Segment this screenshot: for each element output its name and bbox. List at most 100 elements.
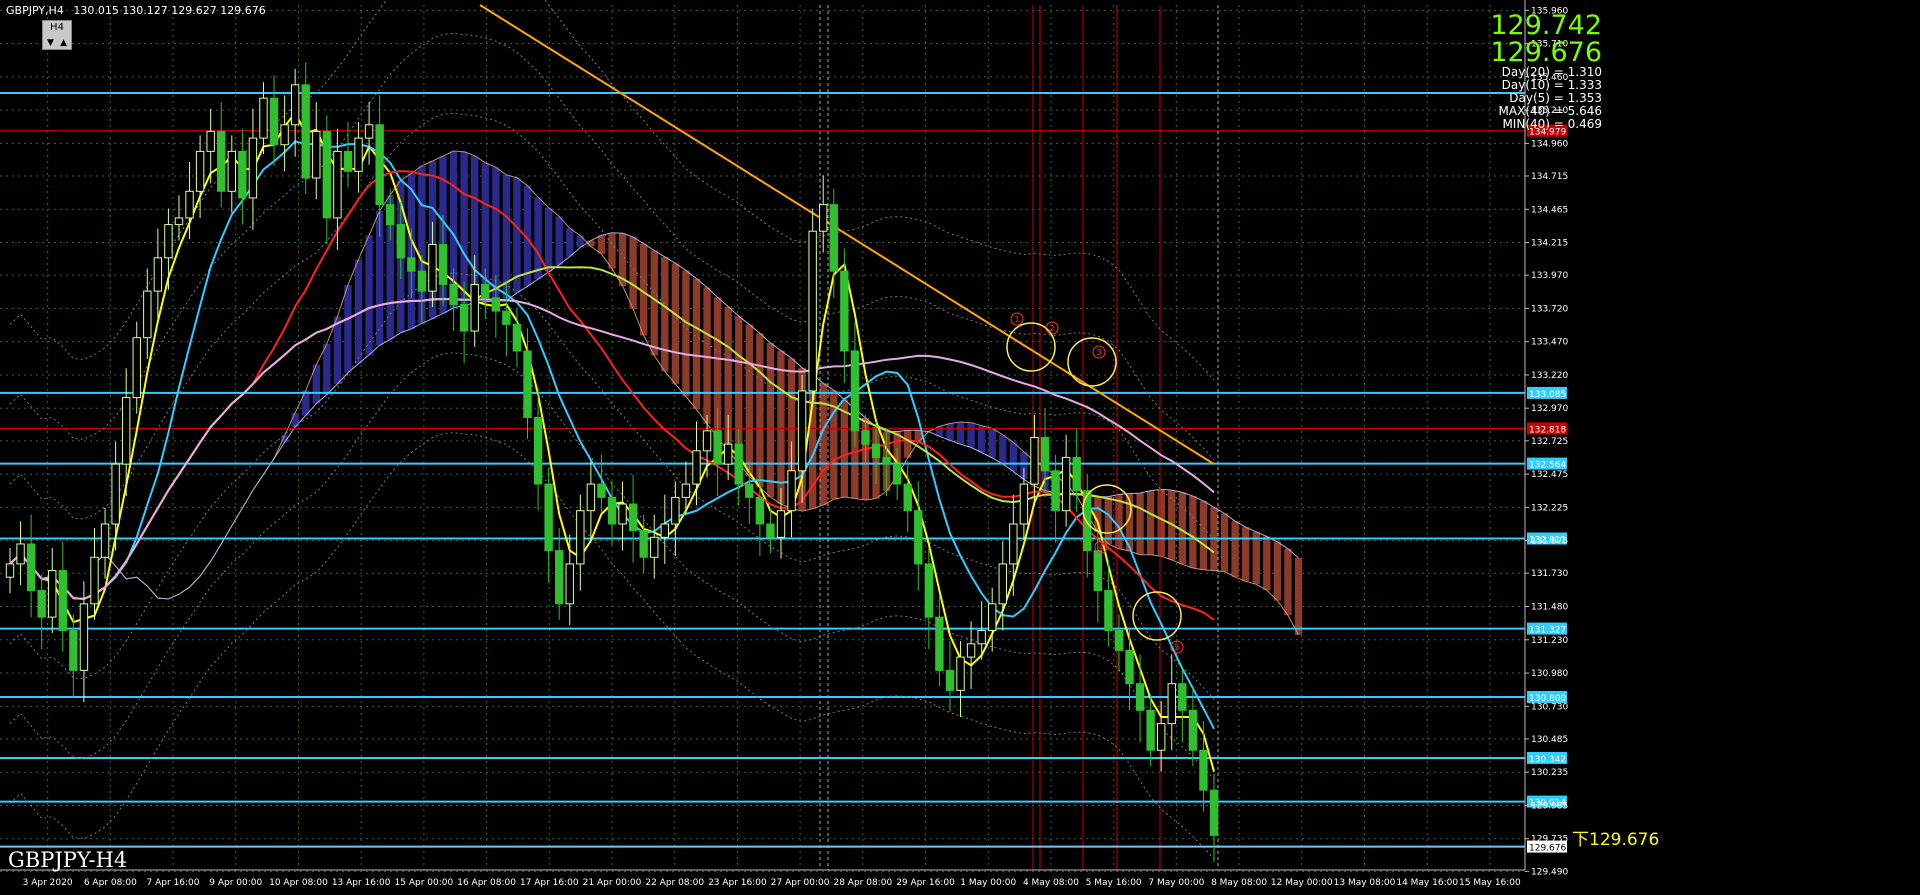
x-tick-label: 8 May 08:00 <box>1211 878 1267 888</box>
candle-body <box>554 550 564 605</box>
candle-body <box>650 536 659 558</box>
candle-body <box>787 470 796 512</box>
candle-body <box>69 629 78 671</box>
price-current-readout: 129.676 <box>1490 37 1602 68</box>
candle-body <box>914 510 923 565</box>
candle-body <box>935 616 944 671</box>
candle-body <box>819 204 828 232</box>
candle-body <box>417 270 427 292</box>
candle-body <box>766 523 775 538</box>
candle-body <box>945 669 955 691</box>
x-tick-label: 17 Apr 16:00 <box>520 878 579 888</box>
annotation-number: 5 <box>1174 643 1179 652</box>
symbol-label: GBPJPY,H4 <box>6 4 64 17</box>
candle-body <box>1209 789 1219 836</box>
candle-body <box>259 97 268 139</box>
x-tick-label: 7 Apr 16:00 <box>147 878 200 888</box>
candle-body <box>301 84 310 179</box>
annotation-number: 3 <box>1096 348 1101 357</box>
x-tick-label: 23 Apr 16:00 <box>708 878 767 888</box>
candle-body <box>206 130 215 152</box>
candle-body <box>702 430 712 452</box>
candle-body <box>745 483 754 498</box>
annotation-number: 4 <box>1098 543 1103 552</box>
stat-min40: MIN(40) = 0.469 <box>1502 117 1602 131</box>
x-tick-label: 29 Apr 16:00 <box>896 878 955 888</box>
candle-body <box>449 283 458 305</box>
candle-body <box>5 563 15 578</box>
candle-body <box>956 656 965 691</box>
scroll-down-icon[interactable]: ▼ <box>47 38 54 48</box>
candle-body <box>354 137 363 172</box>
candle-body <box>481 283 490 299</box>
candle-body <box>502 310 511 325</box>
candle-body <box>1072 456 1081 492</box>
symbol-watermark: GBPJPY-H4 <box>8 848 128 872</box>
candle-body <box>1030 437 1039 485</box>
level-tag-text: 131.327 <box>1529 626 1566 636</box>
candle-body <box>470 283 479 332</box>
level-tag-text: 132.564 <box>1529 461 1566 471</box>
x-tick-label: 12 May 00:00 <box>1271 878 1333 888</box>
y-tick-label: 132.475 <box>1531 470 1568 480</box>
x-tick-label: 13 Apr 16:00 <box>332 878 391 888</box>
candle-body <box>269 97 279 146</box>
candle-body <box>533 417 543 485</box>
x-tick-label: 9 Apr 00:00 <box>209 878 262 888</box>
x-tick-label: 4 May 08:00 <box>1023 878 1079 888</box>
candle-body <box>386 204 395 226</box>
candle-body <box>660 523 670 538</box>
x-tick-label: 28 Apr 08:00 <box>833 878 892 888</box>
candle-body <box>1019 483 1029 525</box>
candle-body <box>290 84 300 126</box>
candle-body <box>1146 709 1155 751</box>
y-tick-label: 134.465 <box>1531 205 1568 215</box>
candle-body <box>143 290 152 339</box>
x-tick-label: 15 Apr 00:00 <box>395 878 454 888</box>
candle-body <box>671 496 680 525</box>
candle-body <box>37 590 46 618</box>
candle-body <box>544 483 553 552</box>
candle-body <box>1040 437 1050 472</box>
scroll-up-icon[interactable]: ▲ <box>60 38 67 48</box>
candle-body <box>79 603 89 671</box>
candle-body <box>850 350 860 432</box>
y-tick-label: 134.215 <box>1531 239 1568 249</box>
candle-body <box>1188 709 1198 751</box>
x-tick-label: 13 May 08:00 <box>1334 878 1396 888</box>
y-tick-label: 131.975 <box>1531 537 1568 547</box>
candle-body <box>16 543 25 565</box>
candle-body <box>58 570 68 631</box>
candle-body <box>100 523 110 558</box>
price-chart[interactable]: 134.979133.085132.818132.564132.011131.3… <box>0 0 1920 891</box>
y-tick-label: 130.730 <box>1531 702 1568 712</box>
chart-header: GBPJPY,H4 130.015 130.127 129.627 129.67… <box>6 4 272 17</box>
timeframe-badge[interactable]: H4 ▼ ▲ <box>42 20 72 50</box>
candle-body <box>333 150 342 219</box>
candle-body <box>195 150 205 192</box>
candle-body <box>723 443 733 465</box>
candle-body <box>1051 470 1060 512</box>
candle-body <box>840 270 849 352</box>
candle-body <box>924 563 934 618</box>
candle-body <box>512 323 522 352</box>
candle-body <box>407 257 416 272</box>
chart-area[interactable]: 134.979 133.085 132.818 132.564 132.011 131.3… <box>0 0 1920 891</box>
candle-body <box>871 443 881 458</box>
candle-body <box>1125 649 1134 685</box>
candle-body <box>164 224 173 259</box>
y-tick-label: 129.985 <box>1531 801 1568 811</box>
x-tick-label: 5 May 16:00 <box>1086 878 1142 888</box>
candle-body <box>185 190 194 219</box>
candle-body <box>882 456 891 465</box>
y-tick-label: 132.970 <box>1531 404 1568 414</box>
x-tick-label: 6 Apr 08:00 <box>84 878 137 888</box>
candle-body <box>1199 749 1208 791</box>
level-tag-text: 133.085 <box>1529 390 1566 400</box>
candle-body <box>998 563 1007 605</box>
x-tick-label: 1 May 00:00 <box>960 878 1016 888</box>
candle-body <box>829 204 838 272</box>
x-tick-label: 16 Apr 08:00 <box>457 878 516 888</box>
candle-body <box>966 643 976 658</box>
candle-body <box>1167 683 1176 725</box>
